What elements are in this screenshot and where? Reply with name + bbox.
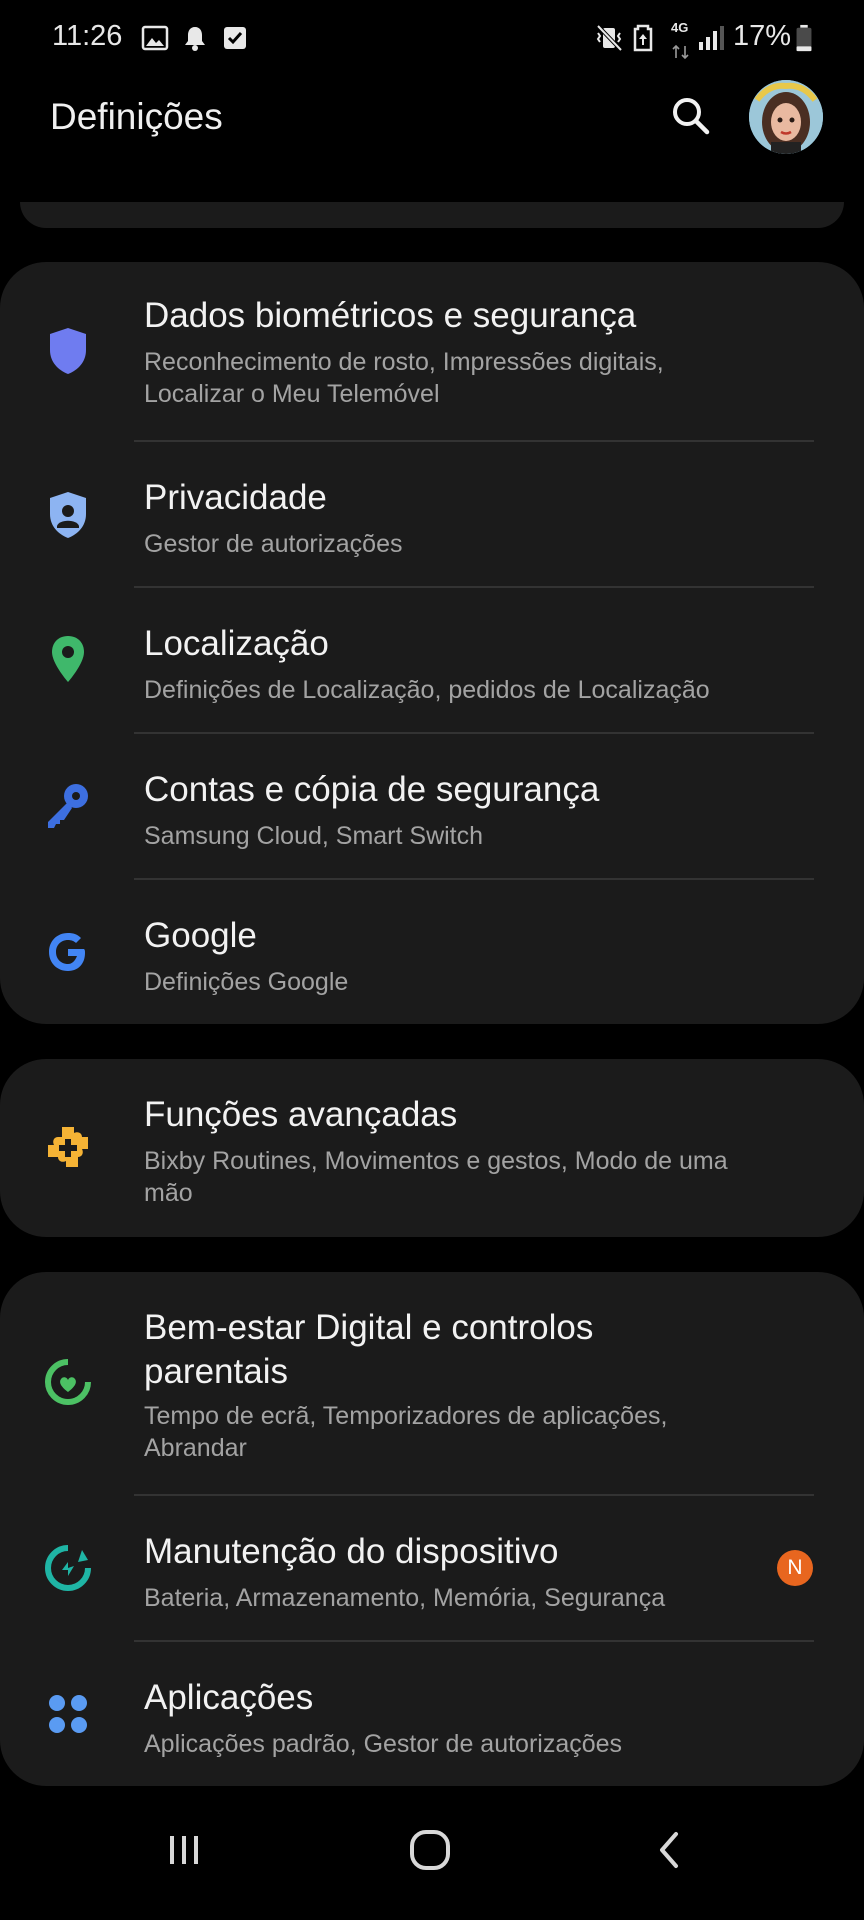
item-subtitle: Gestor de autorizações (144, 530, 403, 558)
item-subtitle: Samsung Cloud, Smart Switch (144, 822, 484, 850)
avatar-illustration (749, 80, 823, 154)
settings-card-system: Bem-estar Digital e controlos parentais … (0, 1272, 864, 1786)
item-title: Funções avançadas (144, 1095, 458, 1134)
item-title: Bem-estar Digital e controlos (144, 1308, 594, 1347)
item-title: Aplicações (144, 1678, 314, 1717)
settings-item-digital-wellbeing[interactable]: Bem-estar Digital e controlos parentais … (0, 1272, 864, 1494)
item-subtitle: Reconhecimento de rosto, Impressões digi… (144, 348, 664, 376)
wellbeing-icon (45, 1359, 91, 1405)
network-arrows-icon (672, 44, 689, 60)
signal-icon (699, 26, 724, 50)
settings-item-device-care[interactable]: Manutenção do dispositivo Bateria, Armaz… (0, 1496, 864, 1640)
settings-card-security: Dados biométricos e segurança Reconhecim… (0, 262, 864, 1024)
settings-item-advanced-features[interactable]: Funções avançadas Bixby Routines, Movime… (0, 1059, 864, 1237)
item-title: Privacidade (144, 478, 327, 517)
apps-grid-icon (49, 1695, 87, 1733)
item-subtitle: Tempo de ecrã, Temporizadores de aplicaç… (144, 1402, 668, 1430)
item-subtitle-line2: mão (144, 1179, 193, 1207)
settings-item-location[interactable]: Localização Definições de Localização, p… (0, 588, 864, 732)
item-subtitle-line2: Abrandar (144, 1434, 247, 1462)
puzzle-plus-icon (48, 1127, 88, 1167)
check-box-icon (224, 27, 246, 49)
item-subtitle: Aplicações padrão, Gestor de autorizaçõe… (144, 1730, 623, 1758)
data-saver-icon (633, 24, 653, 52)
home-icon[interactable] (404, 1824, 456, 1876)
navigation-bar (0, 1780, 864, 1920)
battery-percentage: 17% (733, 20, 792, 52)
vibrate-mute-icon (596, 24, 623, 52)
privacy-shield-icon (50, 492, 86, 538)
gallery-icon (141, 25, 169, 51)
item-title: Google (144, 916, 257, 955)
settings-item-biometrics-security[interactable]: Dados biométricos e segurança Reconhecim… (0, 262, 864, 440)
settings-screen: 11:26 4G 17% Definições Dados biométrico… (0, 0, 864, 1920)
shield-icon (50, 328, 86, 374)
item-title: Localização (144, 624, 329, 663)
previous-card-edge (20, 202, 844, 228)
settings-item-privacy[interactable]: Privacidade Gestor de autorizações (0, 442, 864, 586)
item-subtitle: Bixby Routines, Movimentos e gestos, Mod… (144, 1147, 728, 1175)
new-badge: N (777, 1550, 813, 1586)
google-icon (49, 933, 85, 971)
item-title: Dados biométricos e segurança (144, 296, 637, 335)
item-title: Contas e cópia de segurança (144, 770, 600, 809)
settings-item-apps[interactable]: Aplicações Aplicações padrão, Gestor de … (0, 1642, 864, 1786)
status-bar: 11:26 4G 17% (0, 0, 864, 76)
profile-avatar[interactable] (749, 80, 823, 154)
notification-bell-icon (185, 27, 205, 51)
battery-icon (796, 24, 812, 52)
item-subtitle: Bateria, Armazenamento, Memória, Seguran… (144, 1584, 666, 1612)
item-subtitle: Definições de Localização, pedidos de Lo… (144, 676, 710, 704)
network-4g-label: 4G (671, 20, 689, 35)
item-title-line2: parentais (144, 1352, 288, 1391)
item-subtitle: Definições Google (144, 968, 349, 996)
page-title: Definições (50, 96, 223, 137)
key-icon (48, 784, 88, 828)
location-pin-icon (52, 636, 84, 682)
back-icon[interactable] (646, 1826, 694, 1874)
status-time: 11:26 (52, 20, 123, 52)
device-care-icon (45, 1545, 91, 1591)
settings-item-google[interactable]: Google Definições Google (0, 880, 864, 1024)
item-subtitle-line2: Localizar o Meu Telemóvel (144, 380, 440, 408)
item-title: Manutenção do dispositivo (144, 1532, 559, 1571)
search-icon[interactable] (665, 90, 717, 142)
recents-icon[interactable] (160, 1826, 208, 1874)
settings-card-advanced: Funções avançadas Bixby Routines, Movime… (0, 1059, 864, 1237)
settings-item-accounts-backup[interactable]: Contas e cópia de segurança Samsung Clou… (0, 734, 864, 878)
